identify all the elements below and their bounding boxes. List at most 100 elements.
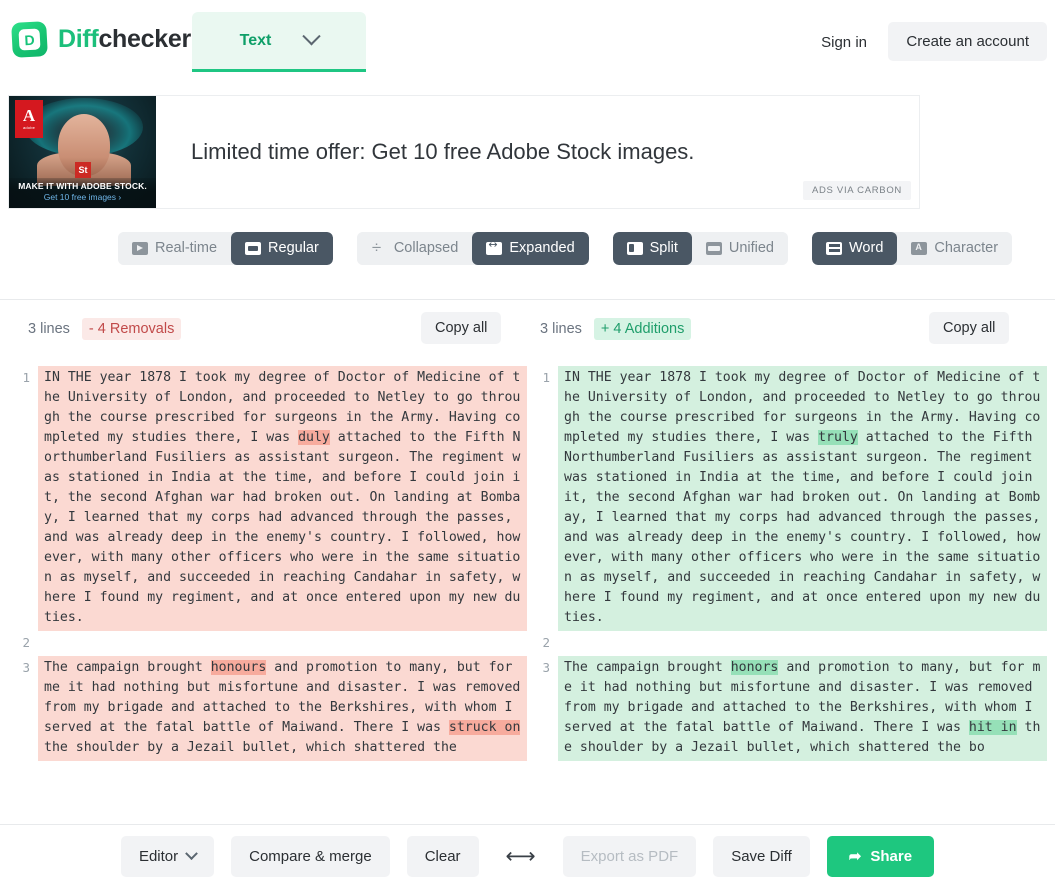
adobe-logo-name: adobe xyxy=(22,124,36,130)
line-number: 1 xyxy=(8,366,38,388)
ad-headline[interactable]: Limited time offer: Get 10 free Adobe St… xyxy=(191,139,694,165)
left-removals-badge: - 4 Removals xyxy=(81,318,182,340)
brand-name-second: checker xyxy=(98,25,191,53)
segment-layout-mode: Split Unified xyxy=(612,232,788,265)
left-line-count: 3 lines xyxy=(28,321,70,337)
option-expanded[interactable]: Expanded xyxy=(472,232,589,265)
ads-via-carbon-label[interactable]: ADS VIA CARBON xyxy=(802,181,911,200)
segment-granularity: Word Character xyxy=(812,232,1013,265)
segment-update-mode: Real-time Regular xyxy=(118,232,333,265)
editor-label: Editor xyxy=(138,848,179,865)
adobe-logo-icon: A adobe xyxy=(15,100,43,138)
removed-word: duly xyxy=(298,430,330,445)
option-split-label: Split xyxy=(649,240,678,256)
option-word-label: Word xyxy=(849,240,884,256)
diff-row: 3 The campaign brought honors and promoti… xyxy=(528,656,1047,761)
clear-button[interactable]: Clear xyxy=(406,836,479,877)
option-real-time[interactable]: Real-time xyxy=(118,232,232,265)
option-unified-label: Unified xyxy=(728,240,774,256)
toolbar-row-primary: Real-time Regular Collapsed Expanded xyxy=(118,232,1013,265)
diff-line-content[interactable]: IN THE year 1878 I took my degree of Doc… xyxy=(558,366,1047,631)
option-split[interactable]: Split xyxy=(612,232,692,265)
diffchecker-app: D Diffchecker Text Sign in Create an acc… xyxy=(0,0,1055,888)
option-regular-label: Regular xyxy=(268,240,319,256)
sign-in-button[interactable]: Sign in xyxy=(811,28,877,57)
character-icon xyxy=(911,241,928,255)
play-icon xyxy=(132,241,148,255)
ad-caption-line1: MAKE IT WITH ADOBE STOCK. xyxy=(18,181,147,191)
collapse-icon xyxy=(371,237,387,259)
brand-name-first: Diff xyxy=(58,25,99,53)
share-label: Share xyxy=(870,848,913,865)
line-number: 3 xyxy=(528,656,558,678)
option-word[interactable]: Word xyxy=(812,232,898,265)
window-icon xyxy=(245,241,262,255)
option-collapsed-label: Collapsed xyxy=(393,240,459,256)
swap-sides-icon[interactable]: ⟷ xyxy=(496,846,546,867)
line-number: 3 xyxy=(8,656,38,678)
toolbar-divider xyxy=(0,299,1055,300)
diff-pane-right[interactable]: 1 IN THE year 1878 I took my degree of Do… xyxy=(528,366,1047,824)
copy-all-right-button[interactable]: Copy all xyxy=(929,312,1010,344)
diff-row: 1 IN THE year 1878 I took my degree of Do… xyxy=(528,366,1047,631)
diff-type-selector[interactable]: Text xyxy=(192,12,366,72)
brand-logo[interactable]: D Diffchecker xyxy=(0,0,191,58)
option-collapsed[interactable]: Collapsed xyxy=(356,232,473,265)
diff-row: 2 xyxy=(8,631,527,656)
chevron-down-icon xyxy=(302,27,322,46)
logo-letter: D xyxy=(18,28,41,51)
editor-button[interactable]: Editor xyxy=(120,836,215,877)
diff-options-toolbar: Real-time Regular Collapsed Expanded xyxy=(0,218,1055,502)
added-word: hit in xyxy=(968,720,1017,735)
create-account-button[interactable]: Create an account xyxy=(888,22,1047,61)
ad-caption-line2[interactable]: Get 10 free images › xyxy=(9,192,156,202)
line-number: 1 xyxy=(528,366,558,388)
share-button[interactable]: ➦ Share xyxy=(826,836,935,877)
diff-row: 1 IN THE year 1878 I took my degree of Do… xyxy=(8,366,527,631)
diff-type-label: Text xyxy=(239,31,272,49)
diff-line-content[interactable]: The campaign brought honours and promoti… xyxy=(38,656,527,761)
expand-icon xyxy=(486,238,503,255)
diff-row: 3 The campaign brought honours and promot… xyxy=(8,656,527,761)
split-icon xyxy=(626,241,643,255)
stats-right: 3 lines + 4 Additions xyxy=(540,318,692,340)
word-icon xyxy=(826,241,842,255)
segment-view-density: Collapsed Expanded xyxy=(356,232,589,265)
right-additions-badge: + 4 Additions xyxy=(593,318,692,340)
brand-wordmark: Diffchecker xyxy=(58,25,191,54)
diff-line-content[interactable] xyxy=(38,631,527,656)
adobe-stock-badge: St xyxy=(75,162,91,178)
option-unified[interactable]: Unified xyxy=(691,232,788,265)
option-expanded-label: Expanded xyxy=(509,240,575,256)
compare-merge-button[interactable]: Compare & merge xyxy=(231,836,390,877)
bottom-action-bar: Editor Compare & merge Clear ⟷ Export as… xyxy=(0,824,1055,888)
diffchecker-logo-icon: D xyxy=(11,21,48,58)
removed-word: struck on xyxy=(448,720,521,735)
added-word: truly xyxy=(818,430,858,445)
ad-image-caption: MAKE IT WITH ADOBE STOCK. Get 10 free im… xyxy=(9,178,156,208)
ad-image[interactable]: St A adobe MAKE IT WITH ADOBE STOCK. Get… xyxy=(9,96,156,208)
diff-line-content[interactable] xyxy=(558,631,1047,656)
diff-viewer[interactable]: 1 IN THE year 1878 I took my degree of Do… xyxy=(0,366,1055,824)
diff-pane-left[interactable]: 1 IN THE year 1878 I took my degree of Do… xyxy=(8,366,527,824)
option-character[interactable]: Character xyxy=(897,232,1013,265)
stats-left: 3 lines - 4 Removals xyxy=(28,318,182,340)
app-header: D Diffchecker Text Sign in Create an acc… xyxy=(0,0,1055,85)
share-icon: ➦ xyxy=(848,848,862,865)
chevron-down-icon xyxy=(185,847,198,861)
copy-all-left-button[interactable]: Copy all xyxy=(421,312,502,344)
diff-line-content[interactable]: The campaign brought honors and promotio… xyxy=(558,656,1047,761)
save-diff-button[interactable]: Save Diff xyxy=(713,836,810,877)
line-number: 2 xyxy=(8,631,38,653)
option-real-time-label: Real-time xyxy=(155,240,218,256)
removed-word: honours xyxy=(210,660,267,675)
advertisement-banner[interactable]: St A adobe MAKE IT WITH ADOBE STOCK. Get… xyxy=(8,95,920,209)
option-character-label: Character xyxy=(934,240,999,256)
diff-stats-bar: 3 lines - 4 Removals Copy all 3 lines + … xyxy=(0,312,1055,360)
right-line-count: 3 lines xyxy=(540,321,582,337)
added-word: honors xyxy=(730,660,779,675)
option-regular[interactable]: Regular xyxy=(231,232,333,265)
diff-row: 2 xyxy=(528,631,1047,656)
export-as-pdf-button[interactable]: Export as PDF xyxy=(562,836,697,877)
diff-line-content[interactable]: IN THE year 1878 I took my degree of Doc… xyxy=(38,366,527,631)
